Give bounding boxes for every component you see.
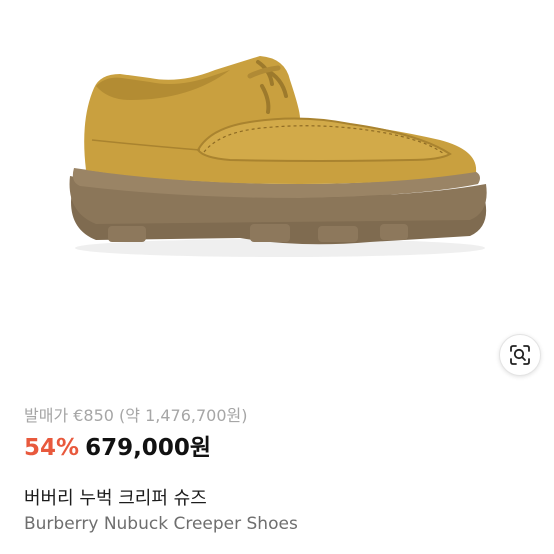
image-search-icon <box>510 345 530 365</box>
product-image[interactable] <box>0 0 554 395</box>
product-title-english: Burberry Nubuck Creeper Shoes <box>24 514 298 534</box>
original-price: 발매가 €850 (약 1,476,700원) <box>24 406 248 425</box>
product-title-korean: 버버리 누벅 크리퍼 슈즈 <box>24 488 207 509</box>
sale-price: 679,000원 <box>85 435 211 461</box>
discount-rate: 54% <box>24 435 80 461</box>
shoe-illustration <box>69 56 487 257</box>
price-row: 54% 679,000원 <box>24 428 211 462</box>
image-search-button[interactable] <box>499 334 541 376</box>
